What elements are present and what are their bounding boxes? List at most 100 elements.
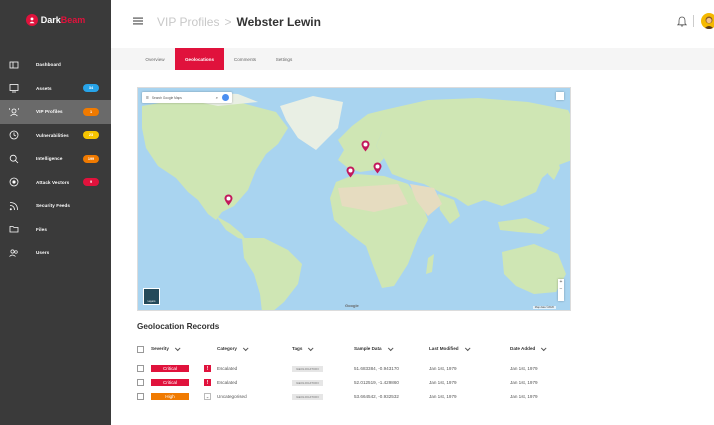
sidebar-item-label: VIP Profiles <box>36 109 63 115</box>
tab-settings[interactable]: Settings <box>266 48 302 70</box>
clock-icon <box>9 130 19 140</box>
column-category[interactable]: Category <box>217 344 249 351</box>
row-checkbox[interactable] <box>137 365 144 372</box>
map-menu-icon[interactable]: ≡ <box>146 95 149 101</box>
table-header: Severity Category Tags Sample Data Last … <box>137 343 577 357</box>
target-icon <box>9 177 19 187</box>
map-layers-button[interactable]: Layers <box>143 288 160 305</box>
page-title: Webster Lewin <box>236 15 321 29</box>
count-badge: 199 <box>83 154 99 163</box>
chevron-down-icon <box>541 344 547 351</box>
header: VIP Profiles > Webster Lewin <box>111 0 714 48</box>
sidebar-item-intelligence[interactable]: Intelligence 199 <box>0 147 111 171</box>
chevron-down-icon: ⌄ <box>204 393 211 400</box>
sidebar-item-attack-vectors[interactable]: Attack Vectors 9 <box>0 171 111 195</box>
category-label: Escalated <box>217 366 238 371</box>
last-modified: Jan 1st, 1979 <box>429 394 457 399</box>
header-divider <box>693 15 694 27</box>
sidebar-item-users[interactable]: Users <box>0 241 111 265</box>
bell-icon[interactable] <box>677 16 687 27</box>
chevron-down-icon <box>387 344 394 351</box>
sample-data: 53.664542, -0.932532 <box>354 394 399 399</box>
sidebar-item-label: Attack Vectors <box>36 179 70 185</box>
breadcrumb-section[interactable]: VIP Profiles <box>157 15 219 29</box>
column-last-modified[interactable]: Last Modified <box>429 344 471 351</box>
logo-icon <box>25 14 38 26</box>
zoom-in-icon[interactable]: + <box>558 279 564 286</box>
vip-profile-icon <box>9 107 19 117</box>
count-badge: 34 <box>83 84 99 92</box>
column-tags[interactable]: Tags <box>292 344 314 351</box>
world-map <box>138 88 570 310</box>
sample-data: 52.012519, -1.429860 <box>354 380 399 385</box>
sidebar-item-files[interactable]: Files <box>0 218 111 242</box>
location-pin-icon[interactable] <box>361 140 370 152</box>
date-added: Jan 1st, 1979 <box>510 380 538 385</box>
folder-icon <box>9 224 19 234</box>
zoom-out-icon[interactable]: − <box>558 286 564 293</box>
severity-badge: Critical <box>151 379 189 386</box>
tab-comments[interactable]: Comments <box>224 48 266 70</box>
severity-badge: Critical <box>151 365 189 372</box>
hamburger-menu-icon[interactable] <box>133 16 143 26</box>
sidebar-item-label: Assets <box>36 85 52 91</box>
rss-icon <box>9 201 19 211</box>
geolocation-map[interactable]: ≡ Search Google Maps ⌕ Layers + − Google … <box>137 87 571 311</box>
tag-chip[interactable]: GEOLOCATION <box>292 379 323 386</box>
sidebar: DarkBeam Dashboard Assets 34 VIP Profiles 1 V… <box>0 0 111 425</box>
tag-chip[interactable]: GEOLOCATION <box>292 393 323 400</box>
avatar[interactable] <box>701 13 714 29</box>
select-all-checkbox[interactable] <box>137 346 144 353</box>
location-pin-icon[interactable] <box>346 166 355 178</box>
map-attribution: Map data ©2020 <box>532 306 556 309</box>
map-zoom-control[interactable]: + − <box>558 279 564 301</box>
last-modified: Jan 1st, 1979 <box>429 366 457 371</box>
sidebar-item-label: Vulnerabilities <box>36 132 69 138</box>
sidebar-item-security-feeds[interactable]: Security Feeds <box>0 194 111 218</box>
sidebar-item-assets[interactable]: Assets 34 <box>0 77 111 101</box>
dashboard-icon <box>9 60 19 70</box>
chevron-down-icon <box>308 344 314 351</box>
sidebar-nav: Dashboard Assets 34 VIP Profiles 1 Vulnerabil… <box>0 53 111 265</box>
fullscreen-icon[interactable] <box>556 92 564 100</box>
logo-text: DarkBeam <box>40 15 86 25</box>
chevron-down-icon <box>242 344 249 351</box>
map-search-placeholder: Search Google Maps <box>151 95 182 100</box>
chevron-down-icon <box>464 344 471 351</box>
sidebar-item-dashboard[interactable]: Dashboard <box>0 53 111 77</box>
app-logo[interactable]: DarkBeam <box>0 0 111 40</box>
tag-chip[interactable]: GEOLOCATION <box>292 365 323 372</box>
tab-overview[interactable]: Overview <box>135 48 175 70</box>
last-modified: Jan 1st, 1979 <box>429 380 457 385</box>
date-added: Jan 1st, 1979 <box>510 366 538 371</box>
breadcrumb: VIP Profiles > Webster Lewin <box>157 15 321 29</box>
table-row[interactable]: High ⌄ Uncategorised GEOLOCATION 53.664542, … <box>137 392 577 405</box>
google-logo: Google <box>345 303 359 308</box>
sidebar-item-label: Users <box>36 250 50 256</box>
monitor-icon <box>9 83 19 93</box>
directions-icon[interactable] <box>222 94 229 101</box>
table-row[interactable]: Critical! Escalated GEOLOCATION 51.683384, … <box>137 364 577 377</box>
sidebar-item-label: Files <box>36 226 47 232</box>
sidebar-item-label: Intelligence <box>36 156 63 162</box>
sidebar-item-vip-profiles[interactable]: VIP Profiles 1 <box>0 100 111 124</box>
sidebar-item-label: Dashboard <box>36 62 61 68</box>
map-search-icon[interactable]: ⌕ <box>216 95 218 100</box>
users-icon <box>9 248 19 258</box>
column-severity[interactable]: Severity <box>151 344 181 351</box>
column-sample-data[interactable]: Sample Data <box>354 344 394 351</box>
column-date-added[interactable]: Date Added <box>510 344 547 351</box>
tabs-bar: Overview Geolocations Comments Settings <box>111 48 714 70</box>
category-label: Uncategorised <box>217 394 247 399</box>
row-checkbox[interactable] <box>137 393 144 400</box>
map-search-box[interactable]: ≡ Search Google Maps ⌕ <box>142 92 232 103</box>
date-added: Jan 1st, 1979 <box>510 394 538 399</box>
table-row[interactable]: Critical! Escalated GEOLOCATION 52.012519, … <box>137 378 577 391</box>
location-pin-icon[interactable] <box>373 162 382 174</box>
breadcrumb-separator: > <box>224 15 232 29</box>
tab-geolocations[interactable]: Geolocations <box>175 48 224 70</box>
sidebar-item-vulnerabilities[interactable]: Vulnerabilities 23 <box>0 124 111 148</box>
row-checkbox[interactable] <box>137 379 144 386</box>
sidebar-item-label: Security Feeds <box>36 203 71 209</box>
location-pin-icon[interactable] <box>224 194 233 206</box>
